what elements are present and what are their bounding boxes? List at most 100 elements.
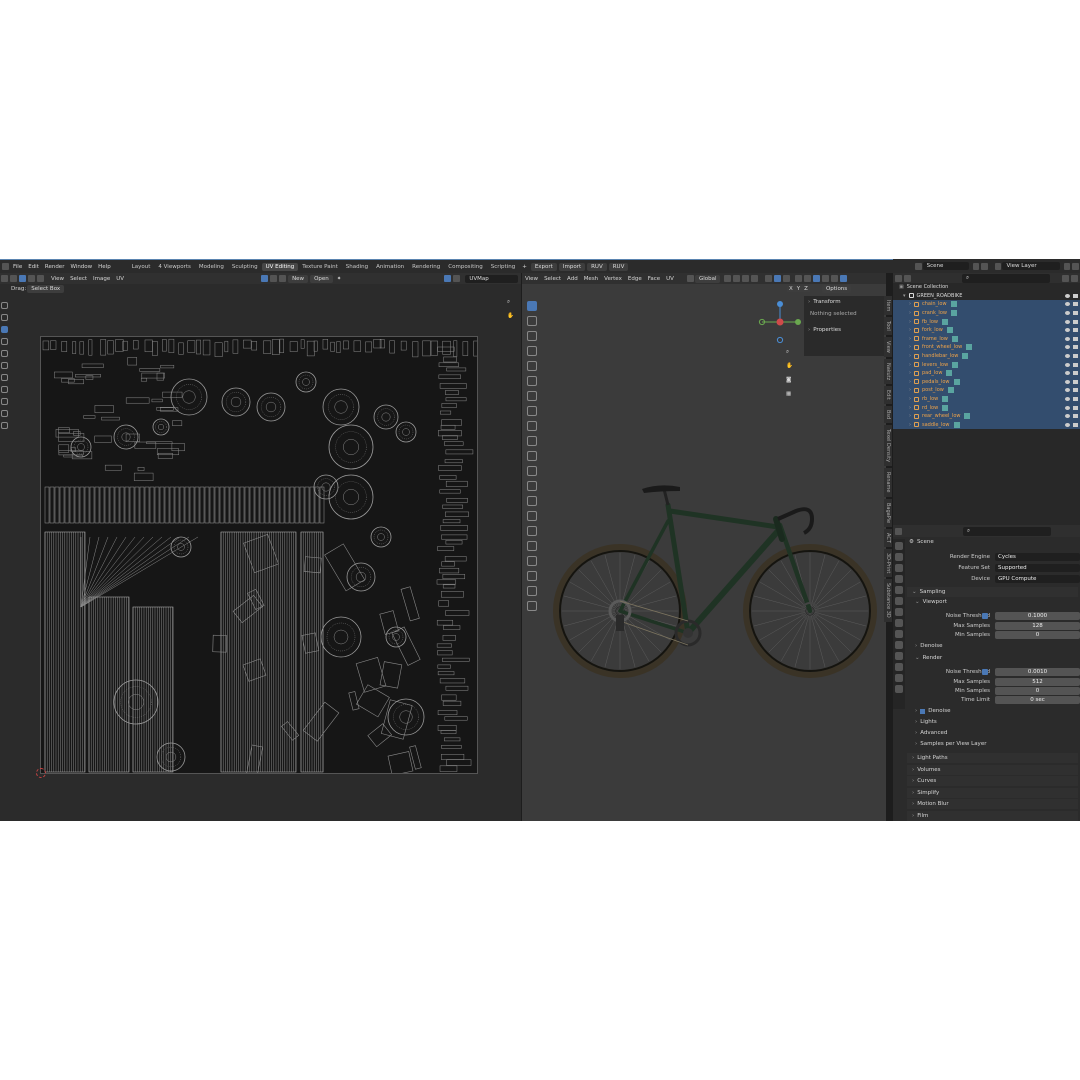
outliner-object-row[interactable]: › frame_low bbox=[893, 334, 1080, 344]
viewport-menu-edge[interactable]: Edge bbox=[625, 276, 645, 282]
collection-row[interactable]: ▾ GREEN_ROADBIKE bbox=[893, 292, 1080, 301]
physics-tab-icon[interactable] bbox=[895, 641, 903, 649]
render-engine-dropdown[interactable]: Cycles bbox=[995, 552, 1080, 561]
visibility-eye-icon[interactable] bbox=[1065, 362, 1070, 367]
zoom-icon[interactable]: ⌕ bbox=[786, 349, 796, 363]
render-camera-icon[interactable] bbox=[1073, 397, 1078, 402]
tweak-tool-icon[interactable] bbox=[1, 302, 8, 309]
2d-cursor-icon[interactable] bbox=[36, 768, 46, 778]
outliner-object-row[interactable]: › rear_wheel_low bbox=[893, 411, 1080, 421]
add-cube-tool-icon[interactable] bbox=[527, 421, 537, 431]
visibility-eye-icon[interactable] bbox=[1065, 414, 1070, 419]
subpanel-samples-per-view-layer[interactable]: › Samples per View Layer bbox=[915, 741, 986, 747]
render-noise-threshold-field[interactable]: 0.0010 bbox=[995, 667, 1080, 676]
output-tab-icon[interactable] bbox=[895, 564, 903, 572]
expand-arrow-icon[interactable]: › bbox=[909, 422, 911, 428]
particles-tab-icon[interactable] bbox=[895, 630, 903, 638]
outliner-object-row[interactable]: › chain_low bbox=[893, 300, 1080, 309]
overlay-toggle-icon[interactable] bbox=[783, 275, 791, 282]
outliner-object-row[interactable]: › levers_low bbox=[893, 360, 1080, 369]
uv-layout-canvas[interactable] bbox=[40, 336, 478, 774]
outliner-object-row[interactable]: › pedals_low bbox=[893, 377, 1080, 387]
uvmap-field[interactable]: UVMap bbox=[465, 274, 519, 283]
constraints-tab-icon[interactable] bbox=[895, 652, 903, 660]
object-tab-icon[interactable] bbox=[895, 608, 903, 616]
properties-search-input[interactable]: ⌕ bbox=[963, 526, 1051, 536]
properties-editor-icon[interactable] bbox=[895, 527, 902, 535]
menu-render[interactable]: Render bbox=[42, 264, 68, 270]
viewport-noise-threshold-checkbox[interactable] bbox=[982, 612, 988, 619]
visibility-eye-icon[interactable] bbox=[1065, 379, 1070, 384]
cursor-tool-icon[interactable] bbox=[527, 316, 537, 326]
render-camera-icon[interactable] bbox=[1073, 422, 1078, 427]
grid-view-icon[interactable]: ▦ bbox=[786, 391, 796, 405]
move-tool-icon[interactable] bbox=[527, 331, 537, 341]
measure-tool-icon[interactable] bbox=[527, 406, 537, 416]
expand-arrow-icon[interactable]: › bbox=[909, 301, 911, 307]
scene-field[interactable]: Scene bbox=[922, 262, 969, 270]
inset-tool-icon[interactable] bbox=[527, 451, 537, 461]
tab-compositing[interactable]: Compositing bbox=[444, 263, 486, 271]
viewport-menu-vertex[interactable]: Vertex bbox=[601, 276, 625, 282]
uv-menu-view[interactable]: View bbox=[48, 276, 67, 282]
visibility-eye-icon[interactable] bbox=[1065, 354, 1070, 359]
new-image-button[interactable]: New bbox=[288, 274, 309, 283]
time-limit-field[interactable]: 0 sec bbox=[995, 695, 1080, 704]
orientation-icon[interactable] bbox=[686, 275, 694, 282]
snap-target-icon[interactable] bbox=[742, 275, 750, 282]
shear-tool-icon[interactable] bbox=[527, 586, 537, 596]
ruv-button-1[interactable]: RUV bbox=[587, 262, 607, 271]
visibility-eye-icon[interactable] bbox=[1065, 319, 1070, 324]
delete-view-layer-icon[interactable] bbox=[1072, 262, 1080, 270]
delete-scene-icon[interactable] bbox=[981, 262, 988, 270]
visibility-eye-icon[interactable] bbox=[1065, 371, 1070, 376]
render-camera-icon[interactable] bbox=[1073, 414, 1078, 419]
expand-arrow-icon[interactable]: › bbox=[909, 396, 911, 402]
view-layer-icon[interactable] bbox=[994, 262, 1002, 270]
knife-tool-icon[interactable] bbox=[527, 496, 537, 506]
pivot-icon[interactable] bbox=[261, 275, 269, 282]
visibility-icon[interactable] bbox=[765, 275, 773, 282]
viewport-min-samples-field[interactable]: 0 bbox=[995, 630, 1080, 639]
render-camera-icon[interactable] bbox=[1073, 302, 1078, 307]
select-box-dropdown[interactable]: Select Box bbox=[27, 285, 65, 293]
render-max-samples-field[interactable]: 512 bbox=[995, 677, 1080, 686]
visibility-eye-icon[interactable] bbox=[1065, 302, 1070, 307]
visibility-eye-icon[interactable] bbox=[1065, 345, 1070, 350]
data-tab-icon[interactable] bbox=[895, 663, 903, 671]
new-view-layer-icon[interactable] bbox=[1063, 262, 1071, 270]
render-tab-icon[interactable] bbox=[895, 553, 903, 561]
sidebar-tab-edit[interactable]: Edit bbox=[884, 386, 892, 404]
gizmo-toggle-icon[interactable] bbox=[774, 275, 782, 282]
extrude-tool-icon[interactable] bbox=[527, 436, 537, 446]
rendered-shading-icon[interactable] bbox=[831, 275, 839, 282]
loop-cut-tool-icon[interactable] bbox=[527, 481, 537, 491]
viewport-max-samples-field[interactable]: 128 bbox=[995, 621, 1080, 630]
outliner-object-row[interactable]: › front_wheel_low bbox=[893, 343, 1080, 352]
rotate-tool-icon[interactable] bbox=[527, 346, 537, 356]
material-tab-icon[interactable] bbox=[895, 674, 903, 682]
panel-light-paths[interactable]: › Light Paths bbox=[907, 753, 1078, 763]
sidebar-tab-substance-3d[interactable]: Substance 3D bbox=[884, 579, 892, 622]
outliner-object-row[interactable]: › handlebar_low bbox=[893, 351, 1080, 361]
cursor-tool-icon[interactable] bbox=[1, 314, 8, 321]
outliner-object-row[interactable]: › crank_low bbox=[893, 308, 1080, 318]
visibility-eye-icon[interactable] bbox=[1065, 397, 1070, 402]
panel-film[interactable]: › Film bbox=[907, 810, 1078, 821]
uv-menu-image[interactable]: Image bbox=[90, 276, 113, 282]
feature-set-dropdown[interactable]: Supported bbox=[995, 563, 1080, 572]
render-noise-threshold-checkbox[interactable] bbox=[982, 668, 988, 675]
blender-logo-icon[interactable] bbox=[2, 263, 9, 270]
annotate-tool-icon[interactable] bbox=[527, 391, 537, 401]
sidebar-tab-bsd[interactable]: Bsd bbox=[884, 405, 892, 424]
world-tab-icon[interactable] bbox=[895, 597, 903, 605]
transform-tool-icon[interactable] bbox=[527, 376, 537, 386]
bevel-tool-icon[interactable] bbox=[527, 466, 537, 476]
axis-x-toggle[interactable]: X bbox=[787, 286, 795, 292]
scene-icon[interactable] bbox=[915, 262, 922, 270]
gizmo-y-icon[interactable] bbox=[795, 319, 801, 325]
sidebar-tab-item[interactable]: Item bbox=[884, 296, 892, 316]
outliner-object-row[interactable]: › rd_low bbox=[893, 403, 1080, 412]
render-camera-icon[interactable] bbox=[1073, 319, 1078, 324]
tab-sculpting[interactable]: Sculpting bbox=[228, 263, 262, 271]
